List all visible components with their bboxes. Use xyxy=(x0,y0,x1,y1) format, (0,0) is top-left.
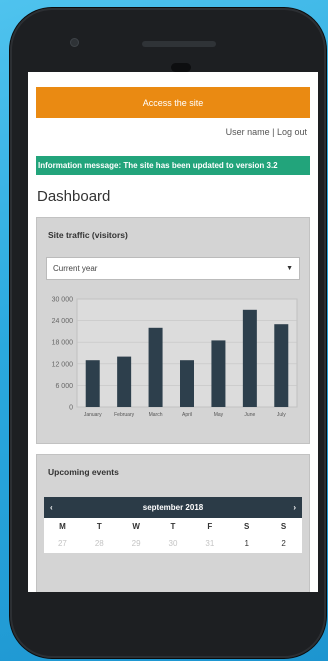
x-tick-label: June xyxy=(244,412,255,418)
weekday-label: S xyxy=(280,522,287,531)
bar[interactable] xyxy=(117,356,132,407)
bar[interactable] xyxy=(211,340,226,407)
x-tick-label: January xyxy=(84,412,102,418)
speaker-grille xyxy=(142,41,216,47)
weekday-label: F xyxy=(207,522,213,531)
info-message: Information message: The site has been u… xyxy=(36,156,310,175)
calendar-day[interactable]: 28 xyxy=(81,535,118,553)
y-tick-label: 24 000 xyxy=(52,318,74,325)
x-tick-label: March xyxy=(149,412,163,418)
site-traffic-panel: Site traffic (visitors) Current year ▼ 0… xyxy=(36,217,310,444)
y-tick-label: 12 000 xyxy=(52,361,74,368)
weekday-label: W xyxy=(132,522,140,531)
next-month-button[interactable]: › xyxy=(293,503,296,512)
calendar-header: ‹ september 2018 › xyxy=(44,497,302,518)
calendar-day[interactable]: 1 xyxy=(228,535,265,553)
bar[interactable] xyxy=(274,324,289,407)
calendar-day[interactable]: 27 xyxy=(44,535,81,553)
logout-link[interactable]: Log out xyxy=(277,127,307,137)
calendar-grid: M T W T F S S 27 28 29 30 31 1 2 xyxy=(44,518,302,553)
y-tick-label: 0 xyxy=(69,405,73,412)
calendar-day[interactable]: 30 xyxy=(155,535,192,553)
y-tick-label: 30 000 xyxy=(52,297,74,304)
user-name-link[interactable]: User name xyxy=(226,127,270,137)
x-tick-label: April xyxy=(182,412,192,418)
camera-icon xyxy=(70,38,79,47)
site-traffic-title: Site traffic (visitors) xyxy=(48,230,128,240)
calendar-day[interactable]: 2 xyxy=(265,535,302,553)
weekday-label: M xyxy=(59,522,66,531)
calendar-month-label: september 2018 xyxy=(142,503,204,512)
y-tick-label: 6 000 xyxy=(55,383,73,390)
bar[interactable] xyxy=(180,360,194,407)
period-select[interactable]: Current year ▼ xyxy=(46,257,300,280)
x-tick-label: February xyxy=(114,412,135,418)
bar[interactable] xyxy=(85,360,100,407)
prev-month-button[interactable]: ‹ xyxy=(50,503,53,512)
chevron-down-icon: ▼ xyxy=(286,265,293,272)
x-tick-label: July xyxy=(277,412,286,418)
period-select-value: Current year xyxy=(53,264,98,273)
phone-screen: Access the site User name | Log out Info… xyxy=(28,72,318,592)
weekday-label: S xyxy=(244,522,250,531)
bar[interactable] xyxy=(148,327,163,407)
weekday-label: T xyxy=(170,522,176,531)
x-tick-label: May xyxy=(214,412,224,418)
access-site-button[interactable]: Access the site xyxy=(36,87,310,118)
upcoming-events-panel: Upcoming events ‹ september 2018 › M T W T F… xyxy=(36,454,310,592)
y-tick-label: 18 000 xyxy=(52,340,74,347)
weekday-label: T xyxy=(96,522,102,531)
upcoming-events-title: Upcoming events xyxy=(48,467,119,477)
calendar-day[interactable]: 31 xyxy=(191,535,228,553)
bar[interactable] xyxy=(242,309,257,407)
proximity-sensor xyxy=(171,63,191,72)
traffic-chart: 0 6 000 12 000 18 000 24 000 30 000 January Feb… xyxy=(52,297,298,418)
page-title: Dashboard xyxy=(37,188,111,205)
calendar-day[interactable]: 29 xyxy=(118,535,155,553)
user-menu: User name | Log out xyxy=(28,118,318,141)
